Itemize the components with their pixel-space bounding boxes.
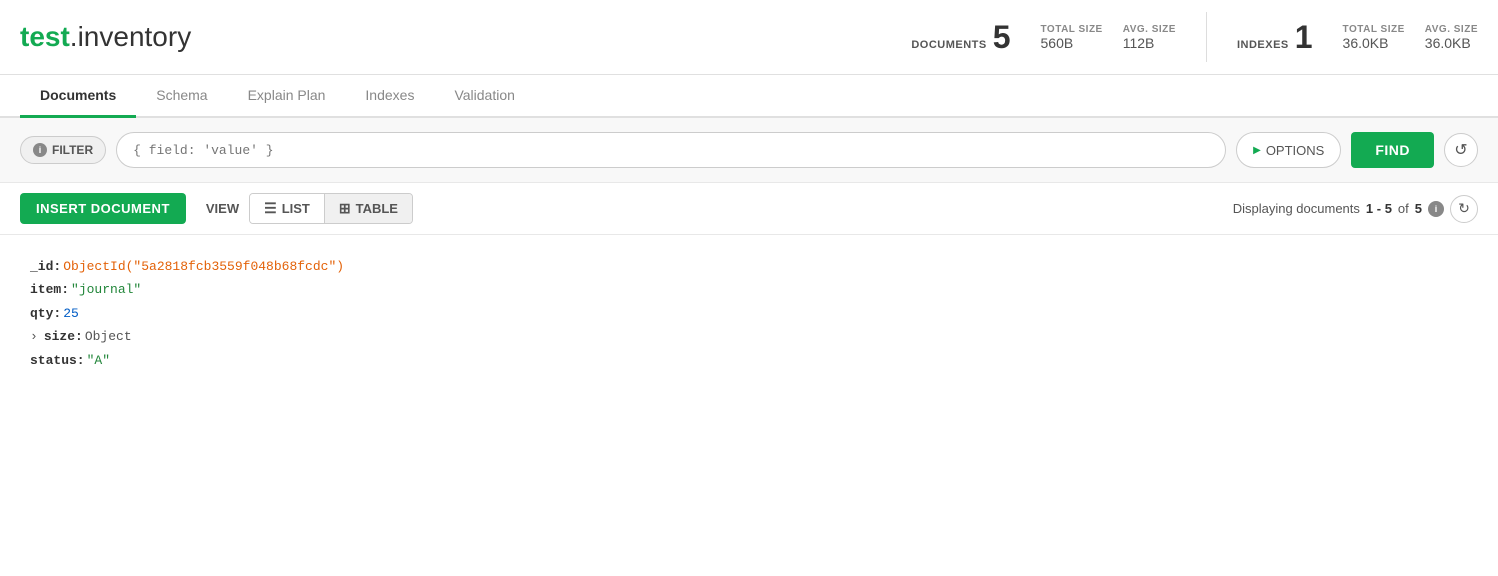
indexes-total-size: TOTAL SIZE 36.0KB [1343,24,1405,51]
documents-avg-size: AVG. SIZE 112B [1123,24,1176,51]
doc-qty-field: qty: 25 [30,302,1468,325]
documents-stat: DOCUMENTS 5 [911,21,1010,53]
documents-label: DOCUMENTS [911,39,986,51]
doc-id-value: ObjectId("5a2818fcb3559f048b68fcdc") [63,255,344,278]
indexes-size-stats: TOTAL SIZE 36.0KB AVG. SIZE 36.0KB [1343,24,1478,51]
table-view-button[interactable]: ⊞ TABLE [325,194,412,223]
doc-size-type: Object [85,325,132,348]
display-of: of [1398,201,1409,216]
doc-item-key: item: [30,278,69,301]
display-count: 5 [1415,201,1422,216]
doc-qty-key: qty: [30,302,61,325]
filter-input[interactable] [116,132,1226,168]
insert-document-button[interactable]: INSERT DOCUMENT [20,193,186,224]
document-toolbar: INSERT DOCUMENT VIEW ☰ LIST ⊞ TABLE Disp… [0,183,1498,235]
find-button[interactable]: FIND [1351,132,1434,168]
documents-total-size: TOTAL SIZE 560B [1041,24,1103,51]
table-label: TABLE [356,201,398,216]
reset-button[interactable]: ↺ [1444,133,1478,167]
tab-bar: Documents Schema Explain Plan Indexes Va… [0,75,1498,118]
doc-status-field: status: "A" [30,349,1468,372]
doc-item-field: item: "journal" [30,278,1468,301]
doc-status-key: status: [30,349,85,372]
doc-id-key: _id: [30,255,61,278]
page-header: test.inventory DOCUMENTS 5 TOTAL SIZE 56… [0,0,1498,75]
brand-name: test [20,21,70,52]
filter-button[interactable]: i FILTER [20,136,106,164]
doc-item-value: "journal" [71,278,141,301]
tab-documents[interactable]: Documents [20,75,136,118]
list-icon: ☰ [264,200,277,217]
doc-qty-value: 25 [63,302,79,325]
tab-validation[interactable]: Validation [434,75,534,118]
filter-bar: i FILTER ▶ OPTIONS FIND ↺ [0,118,1498,183]
display-text-prefix: Displaying documents [1233,201,1360,216]
doc-status-value: "A" [87,349,110,372]
doc-size-key: size: [44,325,83,348]
options-label: OPTIONS [1266,143,1325,158]
list-view-button[interactable]: ☰ LIST [250,194,325,223]
documents-size-stats: TOTAL SIZE 560B AVG. SIZE 112B [1041,24,1176,51]
documents-count: 5 [993,21,1011,53]
filter-info-icon: i [33,143,47,157]
refresh-icon: ↻ [1458,200,1470,217]
display-info: Displaying documents 1 - 5 of 5 i ↻ [1233,195,1478,223]
table-icon: ⊞ [339,200,351,217]
stats-group: DOCUMENTS 5 TOTAL SIZE 560B AVG. SIZE 11… [911,12,1478,62]
doc-size-field: › size: Object [30,325,1468,348]
expand-icon[interactable]: › [30,325,38,348]
view-label: VIEW [206,201,239,216]
list-label: LIST [282,201,310,216]
indexes-count: 1 [1295,21,1313,53]
refresh-button[interactable]: ↻ [1450,195,1478,223]
options-arrow-icon: ▶ [1253,145,1261,156]
collection-name: inventory [78,21,192,52]
indexes-avg-size: AVG. SIZE 36.0KB [1425,24,1478,51]
reset-icon: ↺ [1454,140,1467,160]
doc-id-field: _id: ObjectId("5a2818fcb3559f048b68fcdc"… [30,255,1468,278]
collection-title: test.inventory [20,21,191,53]
document-area: _id: ObjectId("5a2818fcb3559f048b68fcdc"… [0,235,1498,435]
tab-indexes[interactable]: Indexes [345,75,434,118]
indexes-stat: INDEXES 1 [1237,21,1313,53]
filter-label: FILTER [52,143,93,157]
view-toggle: ☰ LIST ⊞ TABLE [249,193,413,224]
tab-explain-plan[interactable]: Explain Plan [228,75,346,118]
display-range: 1 - 5 [1366,201,1392,216]
display-info-icon[interactable]: i [1428,201,1444,217]
tab-schema[interactable]: Schema [136,75,227,118]
indexes-label: INDEXES [1237,39,1289,51]
options-button[interactable]: ▶ OPTIONS [1236,132,1341,168]
stat-divider [1206,12,1207,62]
